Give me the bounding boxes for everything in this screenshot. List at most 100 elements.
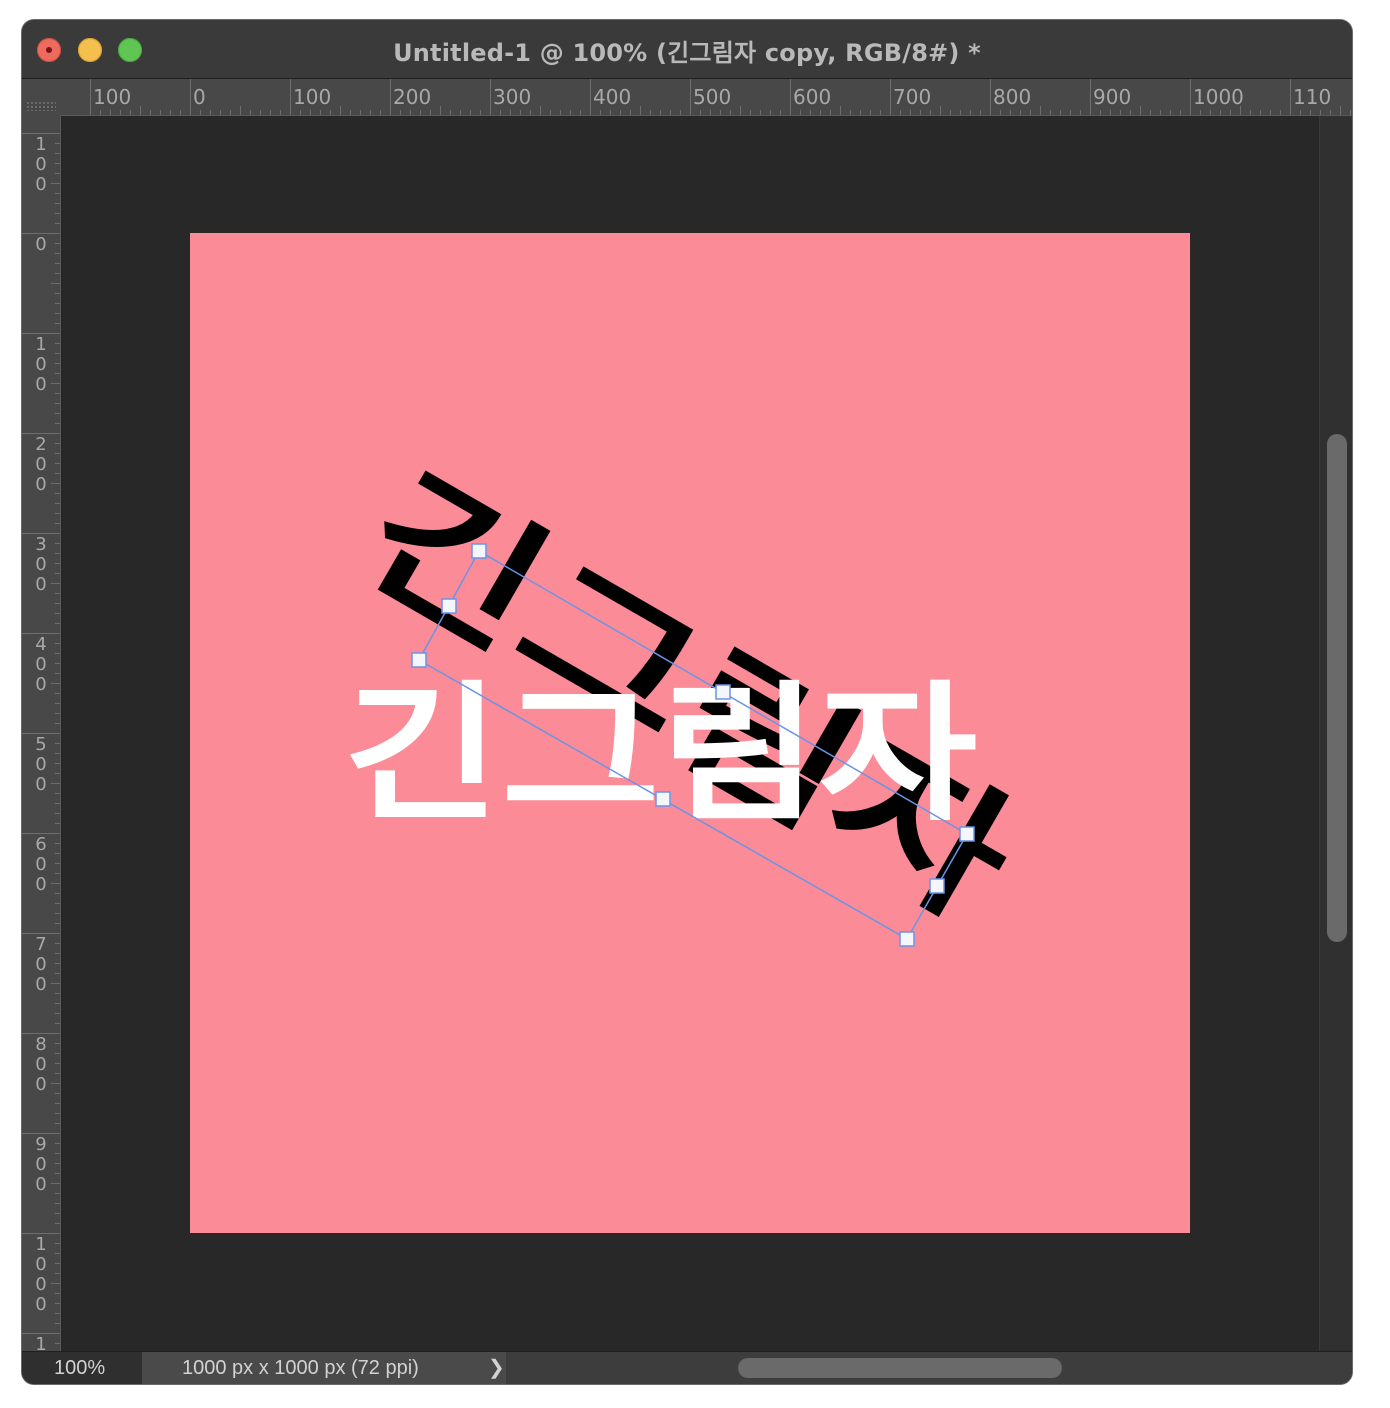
ruler-tick xyxy=(55,1143,60,1144)
ruler-tick xyxy=(1150,110,1151,115)
ruler-label: 3 0 0 xyxy=(35,534,47,595)
ruler-tick xyxy=(170,110,171,115)
ruler-tick xyxy=(330,110,331,115)
ruler-tick xyxy=(55,193,60,194)
ruler-tick xyxy=(55,513,60,514)
ruler-tick xyxy=(110,110,111,115)
ruler-origin-corner[interactable] xyxy=(22,79,61,115)
transform-handle-top-middle[interactable] xyxy=(715,684,731,700)
transform-handle-top-left[interactable] xyxy=(471,543,487,559)
ruler-tick xyxy=(410,110,411,115)
transform-handle-bottom-left[interactable] xyxy=(411,652,427,668)
ruler-label: 1000 xyxy=(1193,85,1244,109)
ruler-label: 200 xyxy=(393,85,432,109)
main-text-layer[interactable]: 긴그림자 xyxy=(343,668,978,842)
ruler-label: 300 xyxy=(493,85,532,109)
transform-handle-middle-right[interactable] xyxy=(929,878,945,894)
ruler-tick xyxy=(55,563,60,564)
ruler-tick xyxy=(55,1313,60,1314)
ruler-tick xyxy=(55,153,60,154)
ruler-tick xyxy=(55,1093,60,1094)
ruler-label: 600 xyxy=(793,85,832,109)
ruler-tick xyxy=(55,1303,60,1304)
ruler-tick xyxy=(55,793,60,794)
ruler-tick xyxy=(55,1253,60,1254)
ruler-tick xyxy=(55,903,60,904)
ruler-tick xyxy=(1350,110,1351,115)
ruler-tick xyxy=(590,79,591,115)
ruler-tick xyxy=(55,353,60,354)
ruler-tick xyxy=(51,483,60,484)
ruler-tick xyxy=(55,393,60,394)
ruler-tick xyxy=(55,893,60,894)
transform-handle-bottom-right[interactable] xyxy=(899,931,915,947)
ruler-tick xyxy=(55,263,60,264)
ruler-tick xyxy=(650,110,651,115)
ruler-tick xyxy=(460,110,461,115)
ruler-tick xyxy=(55,503,60,504)
title-bar[interactable]: Untitled-1 @ 100% (긴그림자 copy, RGB/8#) * xyxy=(22,20,1352,79)
horizontal-scrollbar[interactable] xyxy=(508,1352,1352,1384)
ruler-tick xyxy=(55,623,60,624)
transform-handle-top-right[interactable] xyxy=(959,826,975,842)
ruler-tick xyxy=(55,1263,60,1264)
canvas-area[interactable]: 긴그림자 긴그림자 xyxy=(61,116,1319,1351)
ruler-tick xyxy=(610,110,611,115)
horizontal-ruler[interactable]: 100 0 100 200 300 400 500 600 700 800 900 1000 110 xyxy=(60,79,1352,116)
ruler-tick xyxy=(310,110,311,115)
ruler-tick xyxy=(55,223,60,224)
ruler-tick xyxy=(51,883,60,884)
ruler-tick xyxy=(150,110,151,115)
ruler-tick xyxy=(55,573,60,574)
ruler-label: 100 xyxy=(93,85,132,109)
ruler-tick xyxy=(990,79,991,115)
ruler-tick xyxy=(55,173,60,174)
ruler-tick xyxy=(780,110,781,115)
zoom-level-field[interactable]: 100% xyxy=(22,1352,142,1384)
ruler-tick xyxy=(1210,110,1211,115)
ruler-tick xyxy=(55,703,60,704)
ruler-tick xyxy=(930,110,931,115)
ruler-tick xyxy=(1330,110,1331,115)
vertical-scroll-thumb[interactable] xyxy=(1327,434,1347,942)
ruler-tick xyxy=(700,110,701,115)
ruler-label: 0 xyxy=(193,85,206,109)
ruler-tick xyxy=(55,413,60,414)
chevron-right-icon[interactable]: ❯ xyxy=(488,1352,505,1384)
ruler-tick xyxy=(720,110,721,115)
ruler-tick xyxy=(55,1323,60,1324)
ruler-tick xyxy=(870,110,871,115)
ruler-tick xyxy=(320,110,321,115)
ruler-tick xyxy=(55,673,60,674)
ruler-tick xyxy=(55,423,60,424)
ruler-tick xyxy=(1170,110,1171,115)
document-info[interactable]: 1000 px x 1000 px (72 ppi) xyxy=(142,1352,506,1384)
ruler-tick xyxy=(55,143,60,144)
status-bar: 100% 1000 px x 1000 px (72 ppi) ❯ xyxy=(22,1351,1352,1384)
ruler-tick xyxy=(1230,110,1231,115)
ruler-label: 8 0 0 xyxy=(35,1034,47,1095)
ruler-tick xyxy=(160,110,161,115)
ruler-label: 800 xyxy=(993,85,1032,109)
ruler-tick xyxy=(55,693,60,694)
ruler-tick xyxy=(55,363,60,364)
ruler-tick xyxy=(55,1163,60,1164)
ruler-tick xyxy=(55,1023,60,1024)
vertical-scrollbar[interactable] xyxy=(1319,116,1352,1351)
ruler-tick xyxy=(55,1063,60,1064)
ruler-tick xyxy=(430,110,431,115)
ruler-label: 4 0 0 xyxy=(35,634,47,695)
transform-handle-bottom-middle[interactable] xyxy=(655,791,671,807)
ruler-tick xyxy=(51,583,60,584)
ruler-tick xyxy=(1290,79,1291,115)
ruler-tick xyxy=(760,110,761,115)
ruler-label: 7 0 0 xyxy=(35,934,47,995)
ruler-origin-icon xyxy=(26,101,56,111)
ruler-label: 110 xyxy=(1293,85,1332,109)
horizontal-scroll-thumb[interactable] xyxy=(738,1358,1062,1378)
transform-handle-middle-left[interactable] xyxy=(441,598,457,614)
document-canvas[interactable]: 긴그림자 긴그림자 xyxy=(190,233,1190,1233)
ruler-tick xyxy=(1110,110,1111,115)
vertical-ruler[interactable]: 1 0 0 0 1 0 0 2 0 0 3 0 0 4 0 0 5 0 0 6 0 0 7 0 … xyxy=(22,115,61,1351)
ruler-tick xyxy=(55,1073,60,1074)
